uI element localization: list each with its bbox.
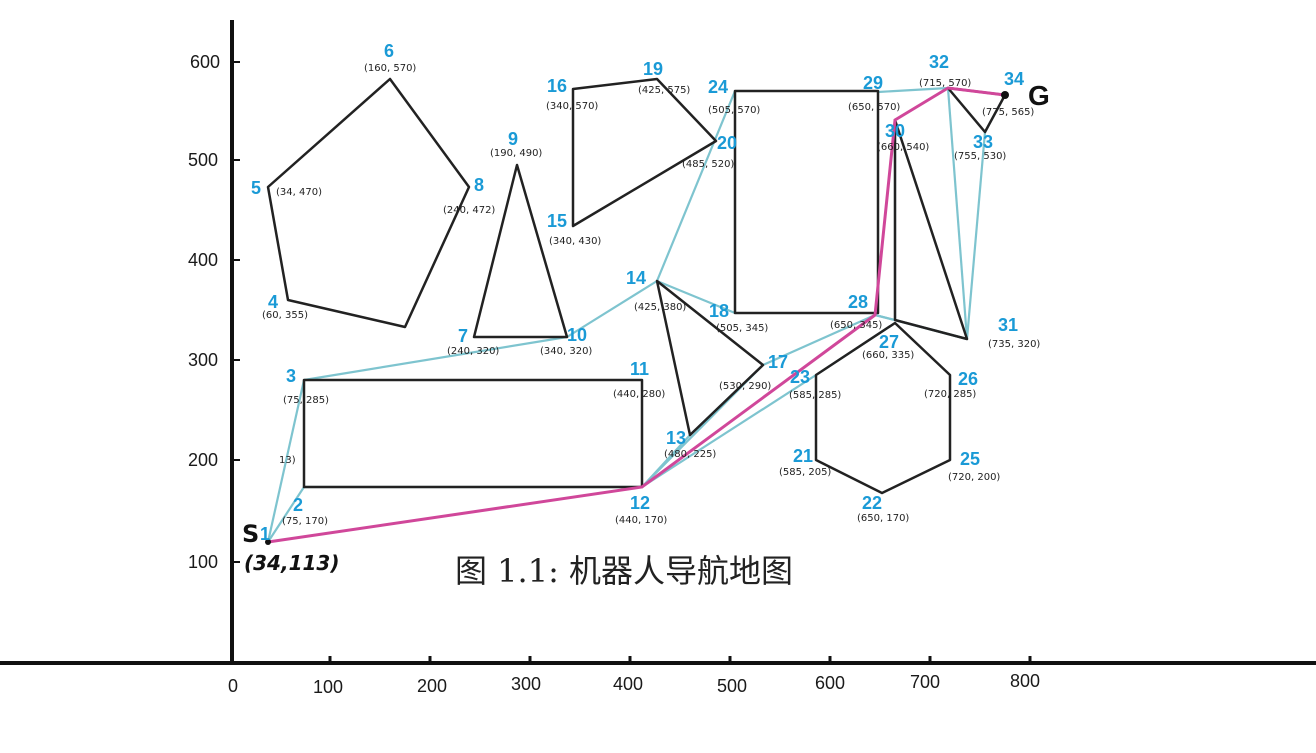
vertex-id: 9 (508, 129, 518, 149)
vertex-coord: (720, 200) (948, 472, 1000, 483)
goal-label: G (1028, 80, 1050, 111)
vertex-coord: (715, 570) (919, 78, 971, 89)
vertex-id: 26 (958, 369, 978, 389)
vertex-id: 32 (929, 52, 949, 72)
y-tick-label: 300 (188, 350, 218, 370)
vertex-id: 10 (567, 325, 587, 345)
vertex-id: 12 (630, 493, 650, 513)
vertex-id: 22 (862, 493, 882, 513)
x-tick-label: 800 (1010, 671, 1040, 691)
x-tick-label: 100 (313, 677, 343, 697)
vertex-coord: (505, 345) (716, 323, 768, 334)
vertex-coord: (660, 335) (862, 350, 914, 361)
vertex-coord: (585, 205) (779, 467, 831, 478)
vertex-id: 8 (474, 175, 484, 195)
vertex-coord: (240, 472) (443, 205, 495, 216)
pentagon-obstacle (266, 77, 471, 329)
vertex-coord: (650, 170) (857, 513, 909, 524)
vertex-coord: (650, 345) (830, 320, 882, 331)
vertex-id: 15 (547, 211, 567, 231)
vertex-coord: (720, 285) (924, 389, 976, 400)
rectangle-obstacle-right (733, 89, 880, 315)
vertex-coord: (340, 320) (540, 346, 592, 357)
vertex-coord: (34, 470) (276, 187, 322, 198)
vertex-coord: (75, 170) (282, 516, 328, 527)
vertex-coord: (340, 570) (546, 101, 598, 112)
vertex-coord: (160, 570) (364, 63, 416, 74)
vertex-id: 7 (458, 326, 468, 346)
vertex-coord: (505, 570) (708, 105, 760, 116)
vertex-id: 25 (960, 449, 980, 469)
start-coord: (34,113) (244, 551, 339, 575)
vertex-id: 11 (630, 359, 649, 379)
vertex-id: 23 (790, 367, 810, 387)
y-tick-label: 200 (188, 450, 218, 470)
vertex-coord: (440, 170) (615, 515, 667, 526)
vertex-id: 21 (793, 446, 813, 466)
x-tick-label: 500 (717, 676, 747, 696)
vertex-id: 4 (268, 292, 278, 312)
vertex-id: 13 (666, 428, 686, 448)
vertex-coord: (75, 285) (283, 395, 329, 406)
x-tick-label: 0 (228, 676, 238, 696)
vertex-coord: (240, 320) (447, 346, 499, 357)
vertex-labels: 2 (75, 170) 3 (75, 285) 4 (60, 355) 5 (3… (251, 41, 1040, 527)
vertex-id: 18 (709, 301, 729, 321)
vertex-id: 6 (384, 41, 394, 61)
vertex-coord: (425, 575) (638, 85, 690, 96)
vertex-id: 20 (717, 133, 737, 153)
vertex-coord: (650, 570) (848, 102, 900, 113)
vertex-id: 14 (626, 268, 646, 288)
vertex-coord: (340, 430) (549, 236, 601, 247)
y-tick-label: 600 (190, 52, 220, 72)
x-tick-label: 400 (613, 674, 643, 694)
vertex-id: 5 (251, 178, 261, 198)
vertex-id: 30 (885, 121, 905, 141)
y-tick-label: 500 (188, 150, 218, 170)
start-label: S (242, 520, 259, 548)
vertex-coord: (735, 320) (988, 339, 1040, 350)
figure-caption: 图 1.1: 机器人导航地图 (455, 552, 793, 590)
vertex-id: 3 (286, 366, 296, 386)
vertex-coord: (585, 285) (789, 390, 841, 401)
vertex-id: 33 (973, 132, 993, 152)
stray-label: 13) (279, 455, 296, 466)
triangle-obstacle (472, 163, 569, 339)
vertex-id: 16 (547, 76, 567, 96)
vertex-id: 27 (879, 332, 899, 352)
x-tick-label: 600 (815, 673, 845, 693)
vertex-coord: (425, 380) (634, 302, 686, 313)
vertex-coord: (190, 490) (490, 148, 542, 159)
vertex-coord: (530, 290) (719, 381, 771, 392)
vertex-id: 28 (848, 292, 868, 312)
x-tick-label: 200 (417, 676, 447, 696)
vertex-id: 2 (293, 495, 303, 515)
vertex-coord: (775, 565) (982, 107, 1034, 118)
navigation-map: 600 500 400 300 200 100 0 100 200 300 40… (0, 20, 1316, 697)
y-tick-label: 400 (188, 250, 218, 270)
vertex-coord: (755, 530) (954, 151, 1006, 162)
start-vertex-id: 1 (260, 524, 270, 544)
vertex-coord: (480, 225) (664, 449, 716, 460)
vertex-coord: (60, 355) (262, 310, 308, 321)
vertex-id: 17 (768, 352, 788, 372)
y-tick-label: 100 (188, 552, 218, 572)
x-tick-label: 300 (511, 674, 541, 694)
x-tick-label: 700 (910, 672, 940, 692)
vertex-id: 19 (643, 59, 663, 79)
vertex-id: 29 (863, 73, 883, 93)
goal-point (1001, 91, 1009, 99)
vertex-id: 34 (1004, 69, 1024, 89)
vertex-id: 24 (708, 77, 728, 97)
rectangle-obstacle-left (302, 378, 644, 489)
vertex-coord: (485, 520) (682, 159, 734, 170)
vertex-coord: (440, 280) (613, 389, 665, 400)
vertex-id: 31 (998, 315, 1018, 335)
vertex-coord: (660, 540) (877, 142, 929, 153)
